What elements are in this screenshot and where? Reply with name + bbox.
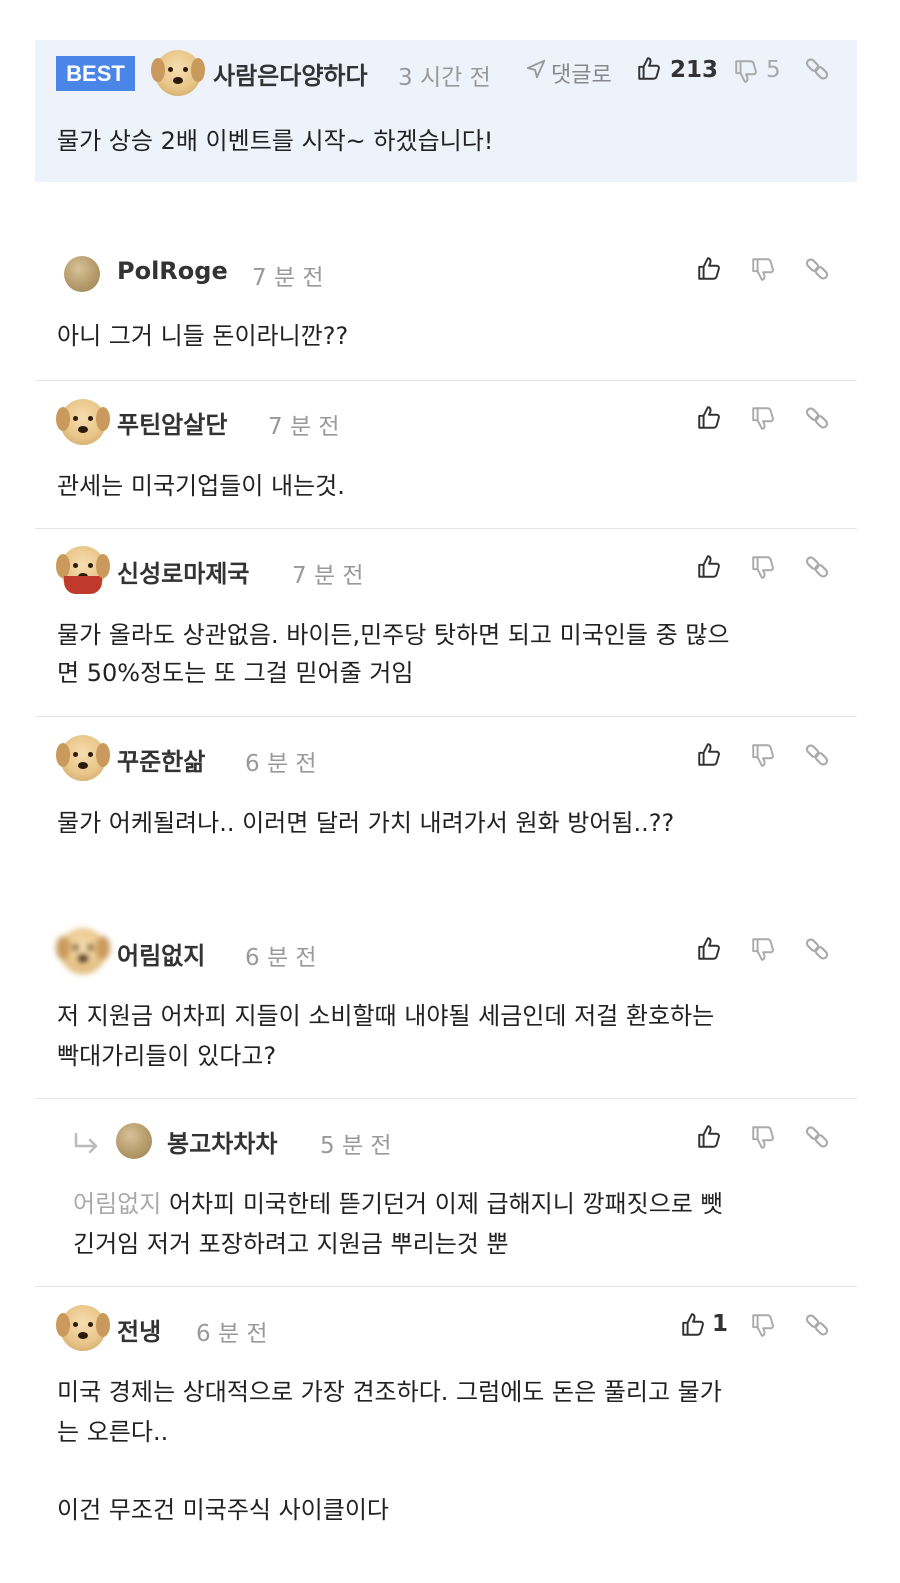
comment-text: 미국 경제는 상대적으로 가장 견조하다. 그럼에도 돈은 풀리고 물가: [57, 1378, 722, 1406]
thumbs-down-icon[interactable]: [750, 742, 776, 768]
thumbs-up-icon[interactable]: [696, 554, 722, 580]
comment-text: 는 오른다..: [57, 1418, 169, 1446]
timestamp: 3 시간 전: [398, 65, 491, 91]
reply-mention[interactable]: 어림없지: [73, 1190, 161, 1218]
comment-text: 물가 상승 2배 이벤트를 시작~ 하겠습니다!: [57, 127, 494, 155]
thumbs-up-icon[interactable]: [696, 742, 722, 768]
thumbs-down-icon[interactable]: [750, 1124, 776, 1150]
thumbs-up-icon[interactable]: [680, 1312, 706, 1338]
author-name[interactable]: 신성로마제국: [117, 554, 249, 589]
comment-text-line: 어차피 미국한테 뜯기던거 이제 급해지니 깡패짓으로 뺏: [168, 1190, 723, 1218]
author-name[interactable]: 꾸준한삶: [117, 742, 205, 777]
thumbs-up-icon[interactable]: [696, 256, 722, 282]
dislike-count: 5: [766, 57, 781, 83]
divider: [35, 1286, 857, 1287]
thumbs-up-icon[interactable]: [696, 405, 722, 431]
thumbs-up-icon[interactable]: [636, 56, 662, 82]
comment-text: 물가 어케될려나.. 이러면 달러 가치 내려가서 원화 방어됨..??: [57, 809, 675, 837]
timestamp: 7 분 전: [292, 563, 364, 589]
comment-text: 관세는 미국기업들이 내는것.: [57, 472, 345, 500]
best-badge: BEST: [56, 56, 135, 91]
thumbs-down-icon[interactable]: [750, 554, 776, 580]
timestamp: 5 분 전: [320, 1133, 392, 1159]
author-name[interactable]: 푸틴암살단: [117, 405, 227, 440]
thumbs-down-icon[interactable]: [750, 936, 776, 962]
comment-text: 저 지원금 어차피 지들이 소비할때 내야될 세금인데 저걸 환호하는: [57, 1002, 715, 1030]
send-icon[interactable]: [525, 58, 547, 80]
link-icon[interactable]: [804, 554, 830, 580]
comment-text: 물가 올라도 상관없음. 바이든,민주당 탓하면 되고 미국인들 중 많으: [57, 621, 730, 649]
avatar[interactable]: [56, 1305, 110, 1351]
divider: [35, 716, 857, 717]
author-name[interactable]: 봉고차차차: [167, 1124, 277, 1159]
link-icon[interactable]: [804, 936, 830, 962]
avatar[interactable]: [56, 928, 110, 974]
comment-text: 면 50%정도는 또 그걸 믿어줄 거임: [57, 659, 414, 687]
thumbs-down-icon[interactable]: [750, 1312, 776, 1338]
divider: [35, 1098, 857, 1099]
thumbs-down-icon[interactable]: [733, 58, 759, 84]
reply-button[interactable]: 댓글로: [551, 57, 612, 89]
link-icon[interactable]: [804, 56, 830, 82]
like-count: 213: [670, 57, 719, 83]
divider: [35, 528, 857, 529]
timestamp: 6 분 전: [245, 751, 317, 777]
avatar[interactable]: [116, 1123, 152, 1159]
timestamp: 7 분 전: [268, 414, 340, 440]
like-count: 1: [712, 1311, 729, 1337]
comment-text: 이건 무조건 미국주식 사이클이다: [57, 1496, 390, 1524]
link-icon[interactable]: [804, 1124, 830, 1150]
timestamp: 7 분 전: [252, 265, 324, 291]
comment-text: 긴거임 저거 포장하려고 지원금 뿌리는것 뿐: [73, 1230, 509, 1258]
author-name[interactable]: 전냉: [117, 1312, 161, 1347]
link-icon[interactable]: [804, 256, 830, 282]
avatar[interactable]: [56, 546, 110, 594]
link-icon[interactable]: [804, 1312, 830, 1338]
comment-text: 아니 그거 니들 돈이라니깐??: [57, 322, 349, 350]
link-icon[interactable]: [804, 405, 830, 431]
thumbs-down-icon[interactable]: [750, 256, 776, 282]
link-icon[interactable]: [804, 742, 830, 768]
timestamp: 6 분 전: [196, 1321, 268, 1347]
avatar[interactable]: [151, 50, 205, 96]
avatar[interactable]: [56, 735, 110, 781]
author-name[interactable]: 사람은다양하다: [213, 56, 368, 91]
reply-arrow-icon: [72, 1130, 102, 1158]
avatar[interactable]: [64, 256, 100, 292]
avatar[interactable]: [56, 399, 110, 445]
author-name[interactable]: 어림없지: [117, 936, 205, 971]
thumbs-up-icon[interactable]: [696, 936, 722, 962]
timestamp: 6 분 전: [245, 945, 317, 971]
author-name[interactable]: PolRoge: [117, 257, 228, 285]
thumbs-down-icon[interactable]: [750, 405, 776, 431]
thumbs-up-icon[interactable]: [696, 1124, 722, 1150]
divider: [35, 380, 857, 381]
comment-text: 빡대가리들이 있다고?: [57, 1042, 277, 1070]
comment-text: 어림없지 어차피 미국한테 뜯기던거 이제 급해지니 깡패짓으로 뺏: [73, 1184, 723, 1224]
